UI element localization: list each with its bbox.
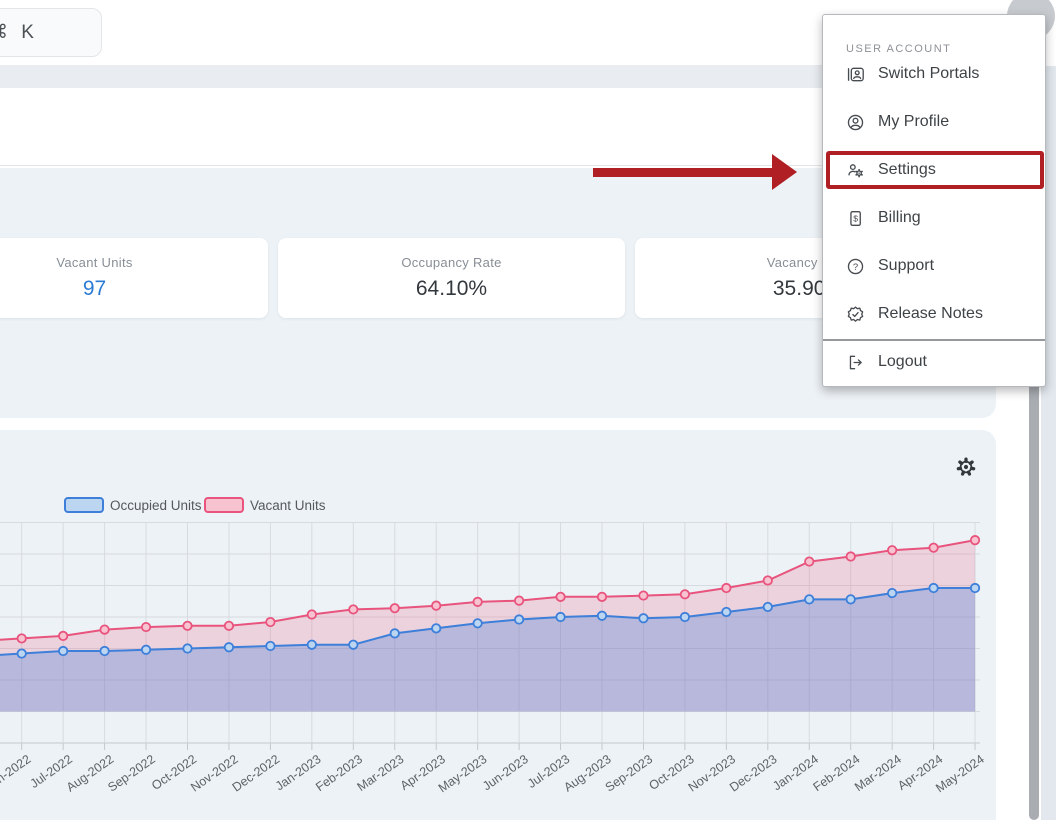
data-point-marker [349,641,357,649]
data-point-marker [805,595,813,603]
menu-item-logout[interactable]: Logout [823,338,1045,386]
data-point-marker [225,622,233,630]
svg-text:?: ? [853,261,858,272]
menu-item-label: My Profile [878,113,949,131]
data-point-marker [556,613,564,621]
legend-label[interactable]: Vacant Units [250,498,326,513]
data-point-marker [929,584,937,592]
switch-portals-icon [846,65,865,84]
menu-item-billing[interactable]: $ Billing [823,194,1045,242]
menu-item-settings[interactable]: Settings [823,146,1045,194]
svg-text:$: $ [853,213,858,223]
data-point-marker [100,625,108,633]
data-point-marker [556,593,564,601]
data-point-marker [639,591,647,599]
stat-value: 97 [83,277,106,301]
user-account-menu: USER ACCOUNT Switch PortalsMy ProfileSet… [822,14,1046,387]
data-point-marker [432,624,440,632]
menu-item-my-profile[interactable]: My Profile [823,98,1045,146]
menu-item-label: Logout [878,353,927,371]
data-point-marker [681,590,689,598]
x-axis-label: Dec-2022 [230,752,282,795]
data-point-marker [59,632,67,640]
data-point-marker [308,641,316,649]
billing-icon: $ [846,209,865,228]
stat-label: Vacant Units [56,255,132,270]
data-point-marker [598,593,606,601]
settings-icon [846,161,865,180]
stat-card: Occupancy Rate 64.10% [278,238,625,318]
search-shortcut-chip[interactable]: ⌘ K [0,8,102,57]
data-point-marker [888,589,896,597]
x-axis-label: Dec-2023 [727,752,779,795]
data-point-marker [59,647,67,655]
data-point-marker [183,644,191,652]
data-point-marker [391,629,399,637]
data-point-marker [847,552,855,560]
annotation-arrow [593,168,774,177]
data-point-marker [183,622,191,630]
x-axis-label: Jun-2022 [0,752,33,793]
menu-item-release-notes[interactable]: Release Notes [823,290,1045,338]
data-point-marker [722,608,730,616]
data-point-marker [971,536,979,544]
chart-settings-gear-icon[interactable] [954,455,978,479]
legend-label[interactable]: Occupied Units [110,498,202,513]
logout-icon [846,353,865,372]
data-point-marker [142,646,150,654]
data-point-marker [515,615,523,623]
data-point-marker [681,613,689,621]
data-point-marker [308,610,316,618]
data-point-marker [18,634,26,642]
data-point-marker [515,596,523,604]
x-axis-label: Jun-2023 [480,752,531,793]
data-point-marker [18,649,26,657]
occupancy-area-chart: Jun-2022Jul-2022Aug-2022Sep-2022Oct-2022… [0,430,996,820]
x-axis-label: Mar-2024 [852,752,904,794]
menu-item-support[interactable]: ? Support [823,242,1045,290]
data-point-marker [639,614,647,622]
data-point-marker [349,605,357,613]
release-notes-icon [846,305,865,324]
data-point-marker [432,601,440,609]
menu-item-switch-portals[interactable]: Switch Portals [823,50,1045,98]
shortcut-keys: ⌘ K [0,21,38,44]
data-point-marker [266,642,274,650]
menu-item-label: Billing [878,209,921,227]
menu-item-label: Support [878,257,934,275]
data-point-marker [847,595,855,603]
data-point-marker [225,643,233,651]
x-axis-label: Sep-2022 [105,752,157,795]
data-point-marker [598,612,606,620]
data-point-marker [473,619,481,627]
x-axis-label: Sep-2023 [603,752,655,795]
legend-swatch[interactable] [65,498,103,512]
data-point-marker [805,557,813,565]
data-point-marker [764,603,772,611]
stat-card: Vacant Units 97 [0,238,268,318]
data-point-marker [473,598,481,606]
data-point-marker [929,544,937,552]
data-point-marker [722,584,730,592]
menu-item-label: Switch Portals [878,65,979,83]
chart-panel: Jun-2022Jul-2022Aug-2022Sep-2022Oct-2022… [0,430,996,820]
support-icon: ? [846,257,865,276]
stat-label: Occupancy Rate [401,255,501,270]
data-point-marker [391,604,399,612]
data-point-marker [971,584,979,592]
menu-item-label: Release Notes [878,305,983,323]
stat-value: 64.10% [416,277,487,301]
data-point-marker [266,618,274,626]
annotation-arrow-head [772,154,797,190]
menu-item-label: Settings [878,161,936,179]
data-point-marker [888,546,896,554]
data-point-marker [142,623,150,631]
x-axis-label: Mar-2023 [355,752,407,794]
data-point-marker [100,647,108,655]
data-point-marker [764,576,772,584]
legend-swatch[interactable] [205,498,243,512]
my-profile-icon [846,113,865,132]
